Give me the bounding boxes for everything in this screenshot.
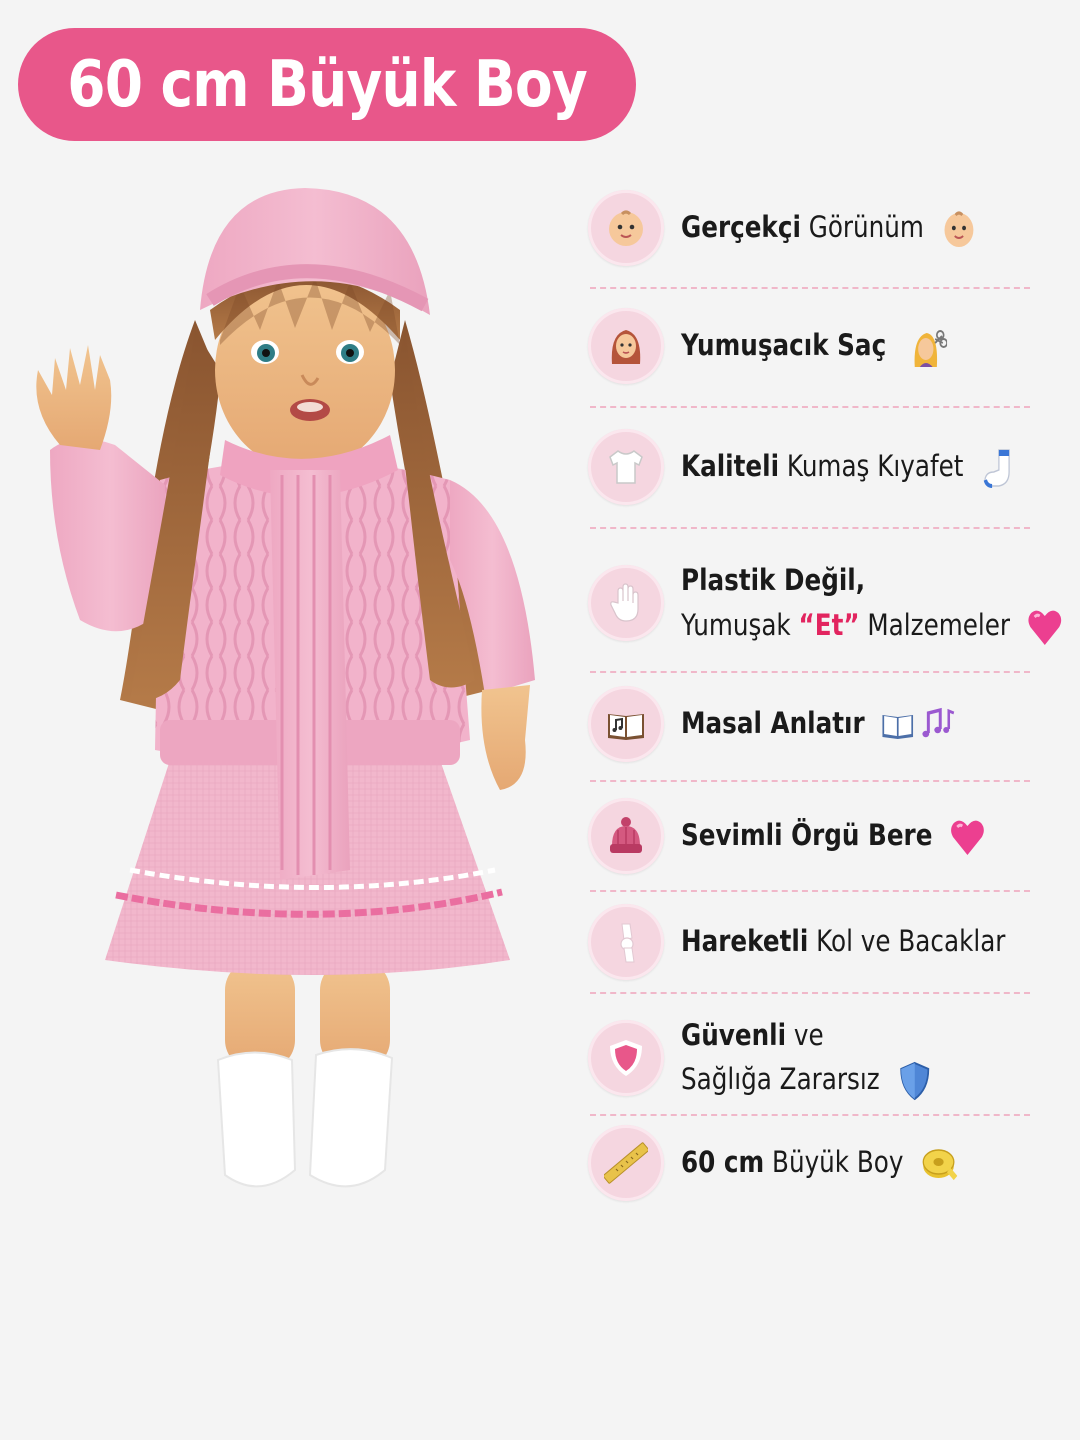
- shield-icon: [588, 1020, 664, 1097]
- tape-measure-emoji-icon: [920, 1142, 958, 1186]
- tshirt-icon: [588, 429, 664, 505]
- feature-label: Masal Anlatır: [681, 702, 956, 747]
- divider: [590, 287, 1030, 289]
- page-title: 60 cm Büyük Boy: [67, 47, 587, 122]
- sock-emoji-icon: [980, 446, 1017, 490]
- hand-icon: [588, 565, 664, 642]
- baby-emoji-icon: [940, 207, 977, 251]
- pink-heart-emoji-icon: [1026, 605, 1063, 649]
- pink-heart-emoji-icon: [949, 815, 986, 859]
- divider: [590, 406, 1030, 408]
- woman-hair-icon: [588, 308, 664, 384]
- feature-soft-hair: Yumuşacık Saç: [588, 308, 1043, 384]
- blue-shield-emoji-icon: [896, 1059, 933, 1103]
- divider: [590, 671, 1030, 673]
- book-music-emoji-icon: [881, 703, 956, 747]
- storybook-music-icon: [588, 686, 664, 762]
- doll-image: [20, 180, 560, 1210]
- divider: [590, 992, 1030, 994]
- feature-label: Yumuşacık Saç: [681, 324, 947, 369]
- knit-hat-icon: [588, 798, 664, 874]
- feature-safe-healthy: Güvenli ve Sağlığa Zararsız: [588, 1014, 1043, 1103]
- feature-label: Hareketli Kol ve Bacaklar: [681, 924, 1006, 959]
- feature-label: Sevimli Örgü Bere: [681, 814, 986, 859]
- ruler-icon: [588, 1125, 664, 1201]
- joint-arm-icon: [588, 904, 664, 980]
- divider: [590, 527, 1030, 529]
- baby-face-icon: [588, 190, 664, 266]
- divider: [590, 780, 1030, 782]
- feature-realistic-look: Gerçekçi Görünüm: [588, 190, 1043, 266]
- divider: [590, 1114, 1030, 1116]
- title-badge: 60 cm Büyük Boy: [18, 28, 636, 141]
- feature-soft-material: Plastik Değil, Yumuşak “Et” Malzemeler: [588, 558, 1062, 649]
- feature-label: Gerçekçi Görünüm: [681, 206, 978, 251]
- feature-knit-beret: Sevimli Örgü Bere: [588, 798, 1043, 874]
- feature-storyteller: Masal Anlatır: [588, 686, 1043, 762]
- divider: [590, 890, 1030, 892]
- feature-label: Güvenli ve Sağlığa Zararsız: [681, 1014, 933, 1103]
- feature-label: Plastik Değil, Yumuşak “Et” Malzemeler: [681, 558, 1064, 649]
- feature-label: 60 cm Büyük Boy: [681, 1141, 958, 1186]
- feature-quality-clothes: Kaliteli Kumaş Kıyafet: [588, 429, 1043, 505]
- feature-size: 60 cm Büyük Boy: [588, 1125, 1043, 1201]
- feature-label: Kaliteli Kumaş Kıyafet: [681, 445, 1017, 490]
- feature-movable-limbs: Hareketli Kol ve Bacaklar: [588, 904, 1043, 980]
- haircut-emoji-icon: [909, 325, 947, 369]
